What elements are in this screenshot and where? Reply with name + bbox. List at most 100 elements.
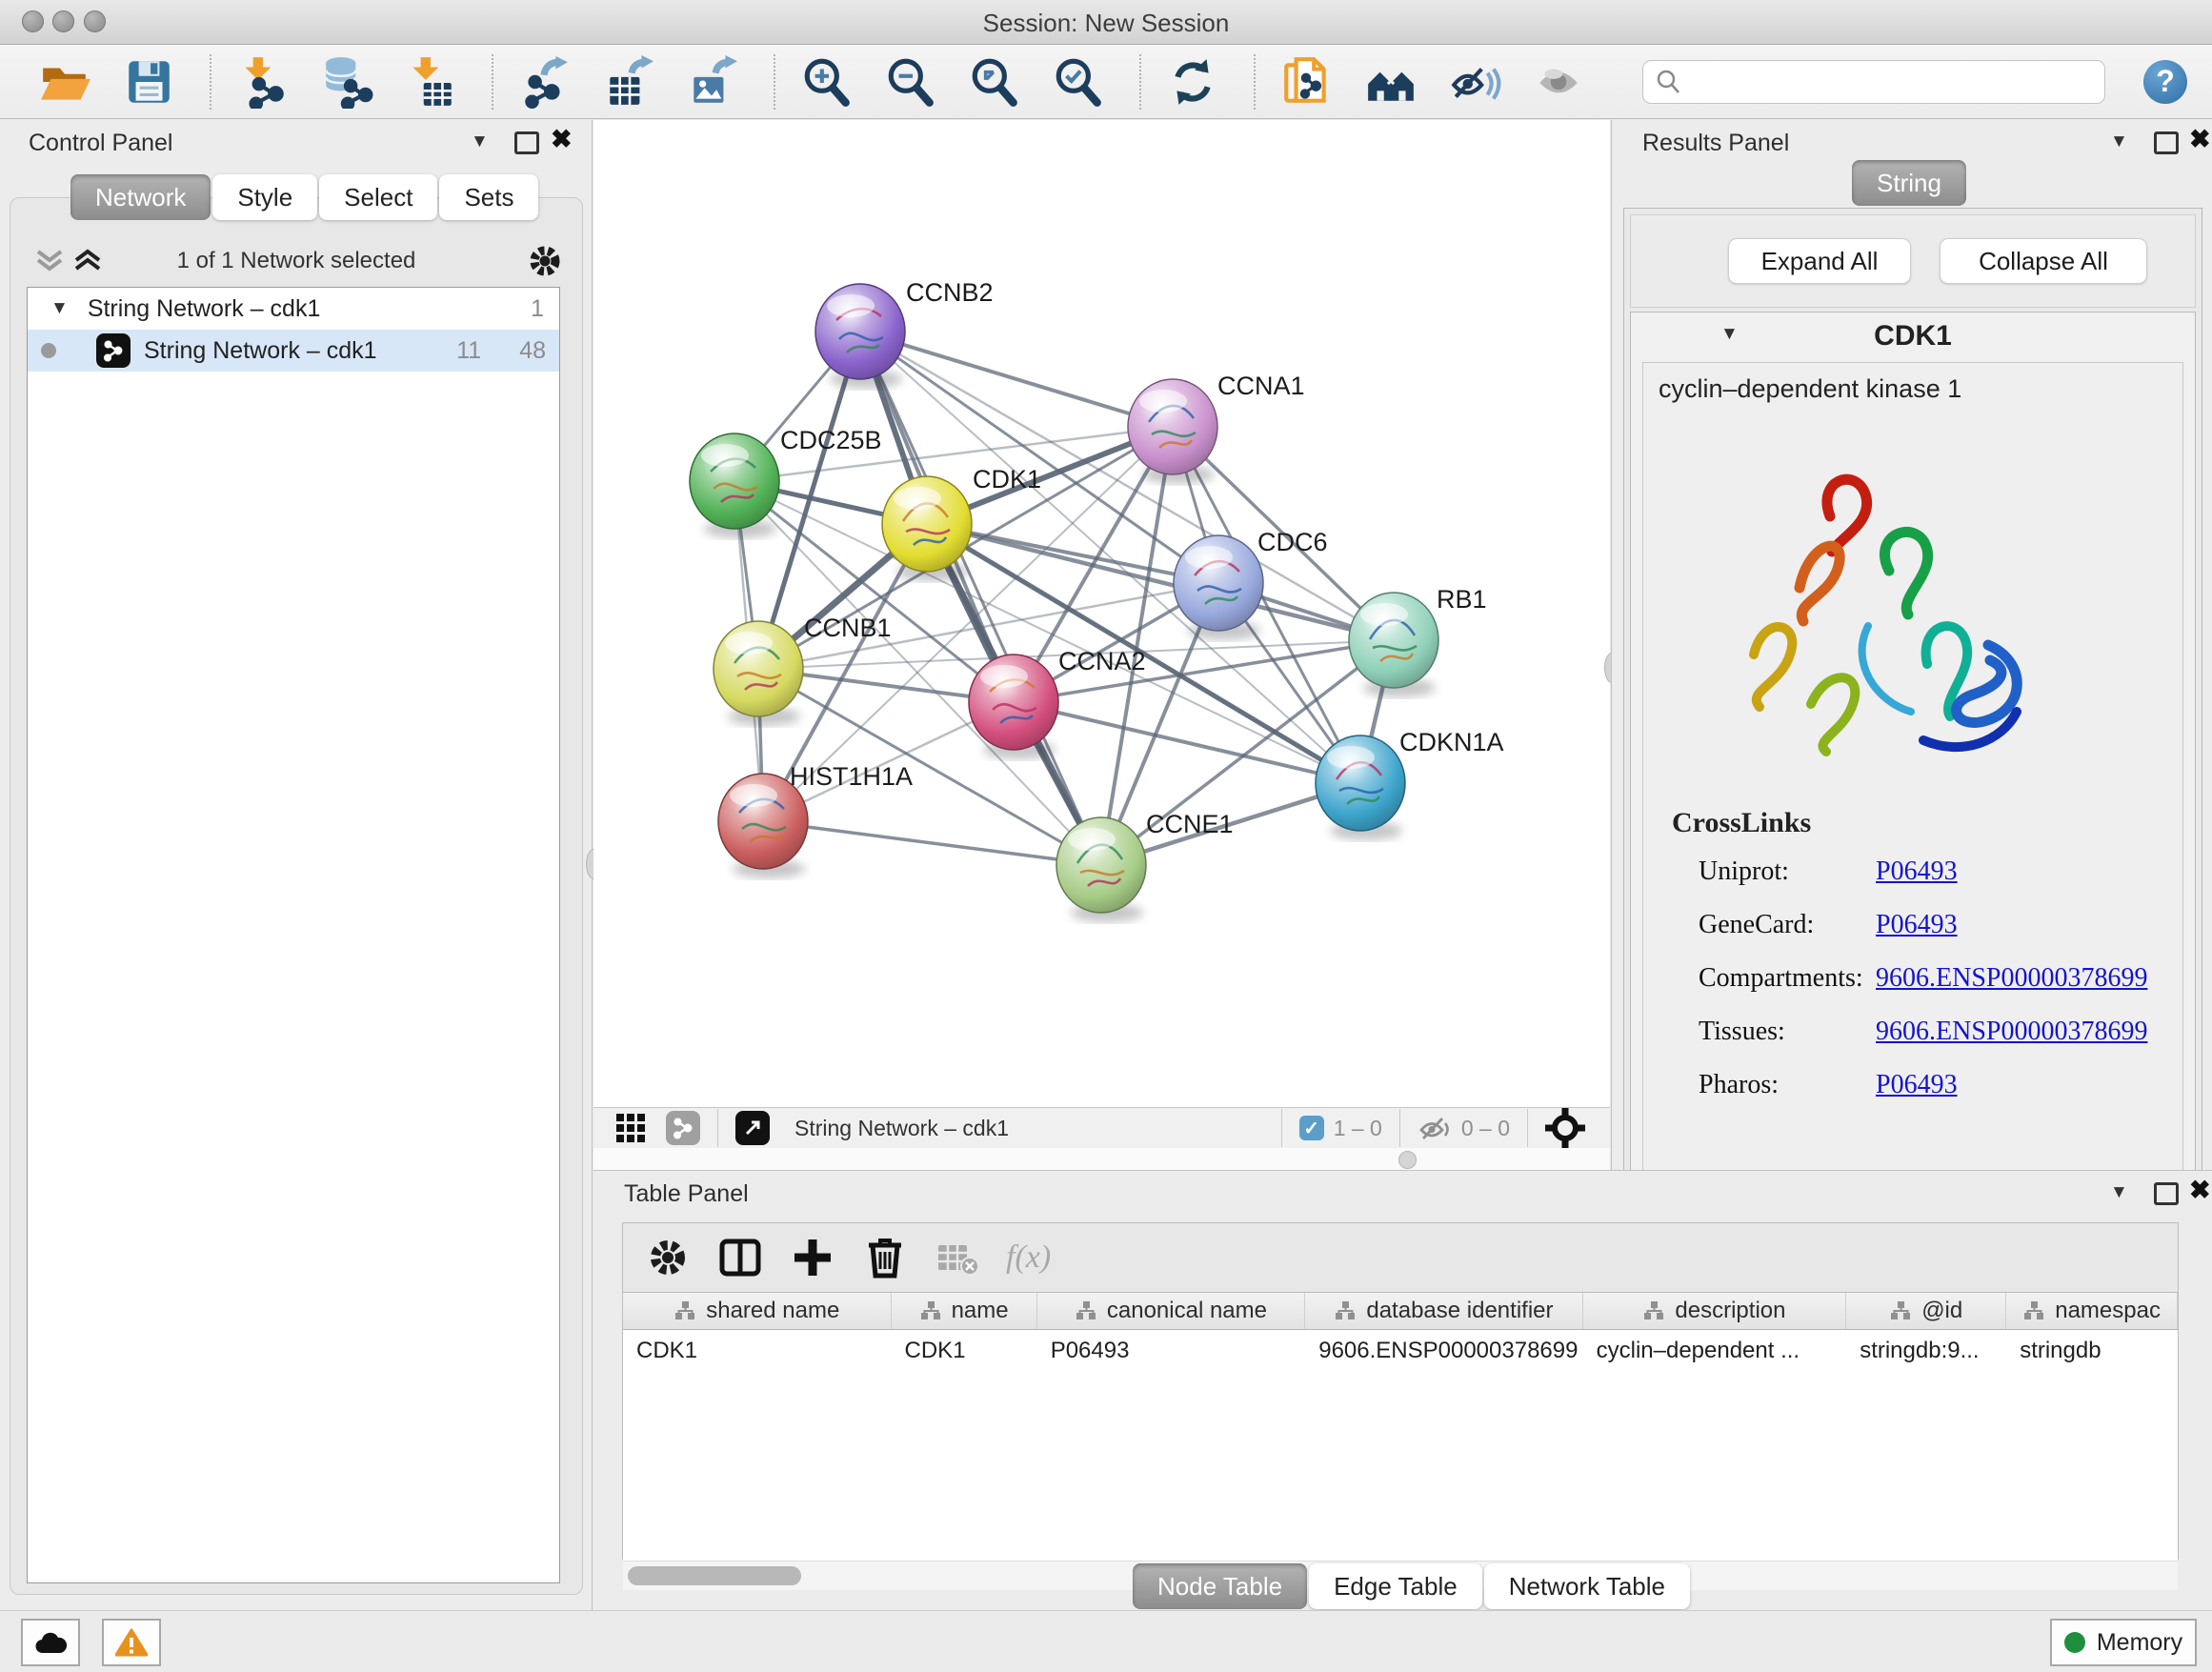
table-type-tabs: Node TableEdge TableNetwork Table	[1133, 1563, 1692, 1609]
table-toolbar: f(x)	[623, 1223, 2178, 1292]
tab-edge-table[interactable]: Edge Table	[1309, 1563, 1482, 1609]
search-box	[1642, 60, 2105, 104]
network-view-share-icon[interactable]	[666, 1111, 700, 1145]
network-node-label: CDKN1A	[1399, 728, 1504, 756]
network-edge[interactable]	[763, 821, 1101, 865]
node-gloss	[980, 665, 1028, 688]
tab-sets[interactable]: Sets	[439, 174, 538, 220]
tab-select[interactable]: Select	[319, 174, 437, 220]
column-header--id[interactable]: @id	[1846, 1293, 2006, 1329]
scrollbar-thumb[interactable]	[628, 1566, 801, 1585]
window-title: Session: New Session	[0, 9, 2212, 38]
column-header-namespac[interactable]: namespac	[2006, 1293, 2178, 1329]
node-gloss	[1360, 603, 1408, 626]
show-columns-icon[interactable]	[716, 1234, 764, 1281]
main-toolbar: ?	[0, 45, 2212, 119]
gear-icon[interactable]	[526, 242, 564, 280]
crosslink-link[interactable]: P06493	[1876, 1070, 1958, 1100]
table-panel-close-icon[interactable]: ✖	[2189, 1176, 2211, 1205]
control-panel-float-icon[interactable]	[514, 131, 539, 154]
help-button[interactable]: ?	[2143, 60, 2187, 104]
function-builder-icon: f(x)	[1006, 1239, 1051, 1276]
crosslink-label: Pharos:	[1699, 1070, 1876, 1100]
network-canvas[interactable]: CCNB2CCNA1CDC25BCDK1CDC6RB1CCNB1CCNA2CDK…	[593, 120, 1610, 1107]
open-session-icon[interactable]	[38, 55, 91, 109]
control-panel-close-icon[interactable]: ✖	[551, 125, 573, 154]
selected-checkbox-icon[interactable]: ✓	[1299, 1116, 1324, 1140]
table-container: f(x) shared namenamecanonical namedataba…	[622, 1222, 2179, 1560]
column-header-database-identifier[interactable]: database identifier	[1305, 1293, 1582, 1329]
clone-network-icon[interactable]	[1280, 55, 1334, 109]
pan-crosshair-icon[interactable]	[1545, 1108, 1585, 1148]
delete-column-icon[interactable]	[861, 1234, 909, 1281]
node-gloss	[1327, 746, 1375, 769]
search-input[interactable]	[1681, 68, 2066, 96]
hide-selected-icon[interactable]	[1448, 55, 1501, 109]
import-network-file-icon[interactable]	[236, 55, 290, 109]
table-settings-gear-icon[interactable]	[644, 1234, 692, 1281]
control-panel-menu-icon[interactable]: ▼	[471, 131, 489, 152]
selected-counts: 1 – 0	[1334, 1116, 1382, 1141]
collection-expand-icon[interactable]: ▼	[50, 298, 69, 319]
results-panel-float-icon[interactable]	[2154, 131, 2179, 154]
horizontal-splitter[interactable]	[593, 1148, 1610, 1171]
table-panel-float-icon[interactable]	[2154, 1182, 2179, 1205]
crosslink-link[interactable]: P06493	[1876, 856, 1958, 887]
import-network-database-icon[interactable]	[320, 55, 373, 109]
title-bar: Session: New Session	[0, 0, 2212, 45]
crosslink-link[interactable]: 9606.ENSP00000378699	[1876, 963, 2147, 994]
toolbar-separator	[210, 54, 211, 110]
refresh-icon[interactable]	[1166, 55, 1219, 109]
collection-label: String Network – cdk1	[88, 295, 321, 323]
hidden-counts: 0 – 0	[1461, 1116, 1510, 1141]
memory-button[interactable]: Memory	[2050, 1619, 2197, 1666]
results-panel-close-icon[interactable]: ✖	[2189, 125, 2211, 154]
collapse-all-button[interactable]: Collapse All	[1940, 238, 2147, 284]
detach-view-icon[interactable]	[735, 1111, 770, 1145]
zoom-in-icon[interactable]	[800, 55, 854, 109]
toolbar-separator	[774, 54, 775, 110]
crosslink-link[interactable]: P06493	[1876, 910, 1958, 940]
column-header-canonical-name[interactable]: canonical name	[1037, 1293, 1306, 1329]
column-header-shared-name[interactable]: shared name	[623, 1293, 892, 1329]
zoom-fit-icon[interactable]	[968, 55, 1021, 109]
table-panel-menu-icon[interactable]: ▼	[2110, 1182, 2128, 1203]
tab-network[interactable]: Network	[70, 174, 211, 220]
results-panel-menu-icon[interactable]: ▼	[2110, 131, 2128, 152]
export-image-icon[interactable]	[686, 55, 739, 109]
network-row-selected[interactable]: String Network – cdk1 11 48	[28, 330, 559, 372]
node-gloss	[725, 632, 773, 655]
column-header-name[interactable]: name	[892, 1293, 1037, 1329]
network-edge[interactable]	[1014, 702, 1360, 783]
grid-view-icon[interactable]	[614, 1112, 647, 1144]
table-cell: cyclin–dependent ...	[1583, 1330, 1847, 1372]
splitter-handle[interactable]	[1398, 1151, 1417, 1169]
export-table-icon[interactable]	[602, 55, 655, 109]
save-session-icon[interactable]	[122, 55, 175, 109]
expand-all-button[interactable]: Expand All	[1728, 238, 1911, 284]
node-gloss	[730, 784, 777, 807]
zoom-selected-icon[interactable]	[1052, 55, 1105, 109]
memory-label: Memory	[2097, 1629, 2182, 1657]
crosslink-link[interactable]: 9606.ENSP00000378699	[1876, 1017, 2147, 1047]
tab-string[interactable]: String	[1852, 160, 1966, 206]
import-table-file-icon[interactable]	[404, 55, 457, 109]
add-column-icon[interactable]	[789, 1234, 836, 1281]
network-edge[interactable]	[860, 332, 1173, 427]
column-header-description[interactable]: description	[1583, 1293, 1847, 1329]
warnings-button[interactable]	[102, 1619, 161, 1666]
node-details-box: ▼ CDK1 cyclin–dependent kinase 1	[1630, 312, 2196, 1274]
export-network-icon[interactable]	[518, 55, 572, 109]
first-neighbors-icon[interactable]	[1364, 55, 1418, 109]
crosslinks-title: CrossLinks	[1672, 807, 1811, 839]
network-collection-row[interactable]: ▼ String Network – cdk1 1	[28, 288, 559, 330]
show-all-icon[interactable]	[1532, 55, 1585, 109]
tab-node-table[interactable]: Node Table	[1133, 1563, 1307, 1609]
table-row[interactable]: CDK1CDK1P064939606.ENSP00000378699cyclin…	[623, 1330, 2178, 1372]
cloud-button[interactable]	[21, 1619, 80, 1666]
network-node-count: 11	[456, 337, 481, 365]
string-network-icon	[96, 333, 131, 368]
tab-style[interactable]: Style	[212, 174, 317, 220]
zoom-out-icon[interactable]	[884, 55, 937, 109]
tab-network-table[interactable]: Network Table	[1484, 1563, 1690, 1609]
